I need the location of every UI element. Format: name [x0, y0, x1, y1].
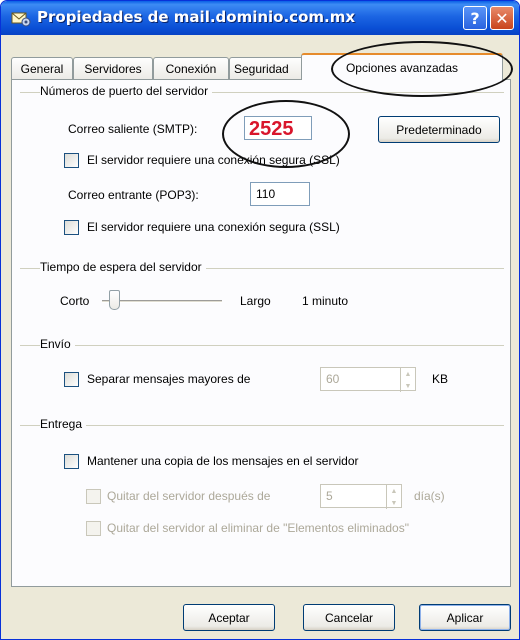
split-size-input[interactable]: 60 ▲ ▼ — [320, 367, 416, 392]
tab-label: Conexión — [165, 61, 217, 76]
pop3-port-label: Correo entrante (POP3): — [68, 188, 199, 202]
tab-label: Seguridad — [234, 61, 289, 76]
remove-after-checkbox[interactable] — [86, 489, 101, 504]
spin-up-icon[interactable]: ▲ — [387, 485, 401, 497]
tab-advanced-options[interactable]: Opciones avanzadas — [301, 53, 503, 80]
tab-connection[interactable]: Conexión — [153, 57, 229, 79]
tab-security[interactable]: Seguridad — [229, 57, 307, 79]
remove-after-days-value: 5 — [326, 489, 333, 503]
window-title: Propiedades de mail.dominio.com.mx — [37, 8, 356, 26]
pop3-ssl-label: El servidor requiere una conexión segura… — [87, 220, 340, 234]
apply-button-label: Aplicar — [446, 610, 484, 625]
spin-up-icon[interactable]: ▲ — [401, 368, 415, 380]
tab-general[interactable]: General — [11, 57, 73, 79]
timeout-slider-track[interactable] — [102, 300, 222, 303]
smtp-ssl-checkbox[interactable] — [64, 153, 79, 168]
keep-copy-label: Mantener una copia de los mensajes en el… — [87, 454, 359, 468]
delivery-group-label: Entrega — [40, 417, 87, 431]
spin-down-icon[interactable]: ▼ — [387, 497, 401, 509]
cancel-button[interactable]: Cancelar — [303, 604, 395, 631]
tab-label: Opciones avanzadas — [345, 60, 459, 75]
properties-dialog: Propiedades de mail.dominio.com.mx ? ✕ G… — [0, 0, 520, 640]
remove-deleted-checkbox[interactable] — [86, 521, 101, 536]
remove-after-days-input[interactable]: 5 ▲ ▼ — [320, 484, 402, 509]
timeout-value: 1 minuto — [302, 294, 349, 308]
smtp-port-label: Correo saliente (SMTP): — [68, 122, 198, 136]
remove-after-spinner[interactable]: ▲ ▼ — [386, 485, 401, 509]
tab-servers[interactable]: Servidores — [73, 57, 153, 79]
pop3-ssl-checkbox[interactable] — [64, 220, 79, 235]
timeout-long-label: Largo — [240, 294, 271, 308]
tab-strip: General Servidores Conexión Seguridad Op… — [11, 53, 511, 80]
pop3-port-input[interactable]: 110 — [250, 182, 310, 206]
split-size-value: 60 — [326, 372, 340, 386]
timeout-short-label: Corto — [60, 294, 90, 308]
ok-button[interactable]: Aceptar — [183, 604, 275, 631]
close-icon: ✕ — [495, 8, 509, 28]
default-ports-button-label: Predeterminado — [396, 122, 482, 137]
remove-after-label: Quitar del servidor después de — [107, 489, 271, 503]
split-size-unit: KB — [432, 372, 449, 386]
keep-copy-checkbox[interactable] — [64, 454, 79, 469]
timeout-slider-thumb[interactable] — [109, 290, 120, 310]
default-ports-button[interactable]: Predeterminado — [378, 116, 500, 143]
delivery-group-line — [20, 425, 504, 426]
apply-button[interactable]: Aplicar — [419, 604, 511, 631]
split-messages-label: Separar mensajes mayores de — [87, 372, 251, 386]
remove-deleted-label: Quitar del servidor al eliminar de "Elem… — [107, 521, 409, 535]
smtp-ssl-label: El servidor requiere una conexión segura… — [87, 153, 340, 167]
timeout-group-label: Tiempo de espera del servidor — [40, 260, 206, 274]
help-button[interactable]: ? — [463, 6, 487, 30]
cancel-button-label: Cancelar — [324, 610, 374, 625]
days-label: día(s) — [414, 489, 445, 503]
split-size-spinner[interactable]: ▲ ▼ — [400, 368, 415, 392]
sending-group-line — [20, 345, 504, 346]
mail-account-icon — [11, 12, 31, 27]
close-button[interactable]: ✕ — [490, 6, 514, 30]
ports-group-label: Números de puerto del servidor — [40, 84, 213, 98]
ok-button-label: Aceptar — [208, 610, 250, 625]
tab-label: General — [20, 61, 64, 76]
smtp-port-input[interactable]: 2525 — [244, 116, 312, 140]
title-bar[interactable]: Propiedades de mail.dominio.com.mx ? ✕ — [1, 1, 519, 35]
tab-label: Servidores — [84, 61, 142, 76]
sending-group-label: Envío — [40, 337, 75, 351]
advanced-options-panel: Números de puerto del servidor Correo sa… — [11, 79, 511, 587]
split-messages-checkbox[interactable] — [64, 372, 79, 387]
spin-down-icon[interactable]: ▼ — [401, 380, 415, 392]
help-icon: ? — [470, 8, 480, 28]
